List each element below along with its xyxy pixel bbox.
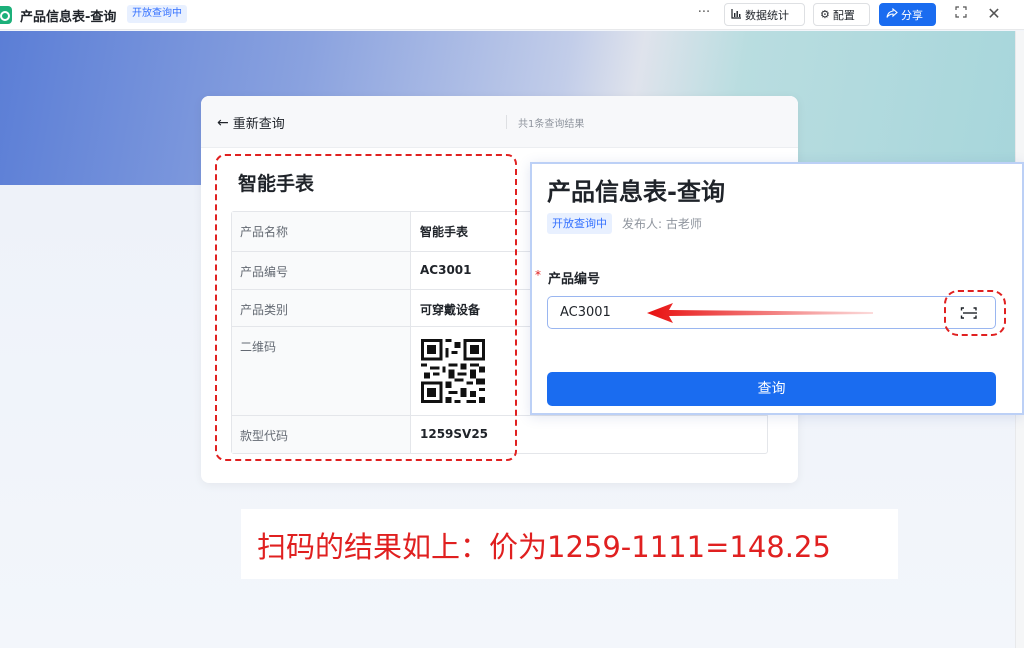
requery-label: 重新查询 bbox=[232, 117, 285, 132]
config-button-label: 配置 bbox=[832, 8, 855, 22]
annotation-caption-box: 扫码的结果如上：价为1259-1111=148.25 bbox=[241, 509, 898, 579]
share-button-label: 分享 bbox=[901, 8, 923, 22]
arrow-left-icon: ← bbox=[217, 114, 229, 131]
result-card-header: ← 重新查询 共1条查询结果 bbox=[201, 96, 798, 148]
required-mark: * bbox=[535, 268, 541, 282]
form-title: 产品信息表-查询 bbox=[547, 178, 725, 206]
close-icon[interactable]: ✕ bbox=[983, 4, 1005, 24]
divider bbox=[506, 115, 507, 129]
more-button[interactable]: ··· bbox=[692, 4, 716, 24]
share-button[interactable]: 分享 bbox=[879, 3, 936, 26]
query-form-panel: 产品信息表-查询 开放查询中 发布人: 古老师 * 产品编号 AC3001 查询 bbox=[530, 162, 1024, 415]
stats-button-label: 数据统计 bbox=[745, 8, 789, 22]
top-bar: 产品信息表-查询 开放查询中 ··· 数据统计 ⚙ 配置 分享 ✕ bbox=[0, 0, 1024, 30]
query-button[interactable]: 查询 bbox=[547, 372, 996, 406]
expand-icon[interactable] bbox=[950, 4, 972, 24]
share-icon bbox=[886, 7, 898, 22]
form-status-badge: 开放查询中 bbox=[547, 213, 612, 234]
product-code-label: 产品编号 bbox=[548, 272, 601, 287]
window-title: 产品信息表-查询 bbox=[20, 10, 117, 25]
gear-icon: ⚙ bbox=[820, 8, 830, 21]
status-badge: 开放查询中 bbox=[127, 5, 187, 23]
annotation-arrow bbox=[647, 303, 873, 323]
requery-button[interactable]: ← 重新查询 bbox=[217, 113, 285, 133]
stats-button[interactable]: 数据统计 bbox=[724, 3, 805, 26]
publisher-text: 发布人: 古老师 bbox=[622, 217, 702, 231]
result-count: 共1条查询结果 bbox=[518, 119, 585, 130]
config-button[interactable]: ⚙ 配置 bbox=[813, 3, 870, 26]
bar-chart-icon bbox=[731, 8, 742, 22]
app-logo-icon bbox=[0, 6, 12, 24]
highlight-frame-result bbox=[215, 154, 517, 461]
annotation-caption: 扫码的结果如上：价为1259-1111=148.25 bbox=[257, 530, 831, 564]
highlight-frame-scan bbox=[944, 290, 1006, 336]
